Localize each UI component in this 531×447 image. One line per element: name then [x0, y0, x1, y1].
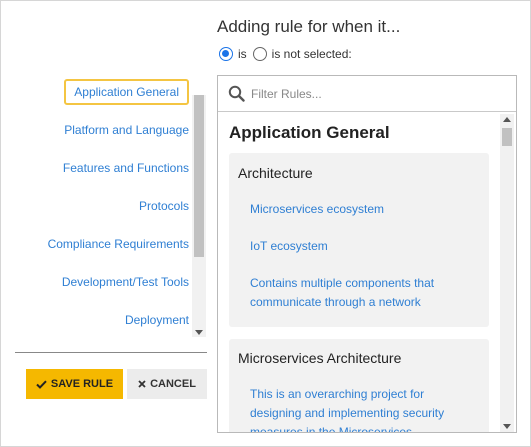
radio-is-not[interactable]: [252, 47, 267, 61]
rule-item[interactable]: Contains multiple components that commun…: [250, 274, 460, 312]
filter-search-bar: [218, 76, 516, 112]
scroll-up-arrow-icon[interactable]: [503, 117, 511, 122]
dialog-title: Adding rule for when it...: [217, 17, 401, 36]
radio-is[interactable]: [219, 47, 233, 61]
save-rule-button[interactable]: SAVE RULE: [26, 369, 123, 399]
sidebar-scroll-thumb[interactable]: [194, 95, 204, 257]
close-icon: [138, 380, 146, 388]
sidebar-item-platform-and-language[interactable]: Platform and Language: [64, 117, 189, 143]
category-sidebar: Application General Platform and Languag…: [15, 75, 207, 339]
search-icon: [228, 85, 245, 102]
scroll-down-arrow-icon[interactable]: [503, 424, 511, 429]
radio-is-label: is: [238, 47, 247, 61]
add-rule-dialog: Adding rule for when it... is is not sel…: [0, 0, 531, 447]
sidebar-scrollbar[interactable]: [192, 95, 206, 337]
rule-group-title: Architecture: [238, 165, 313, 181]
rule-group-card: Microservices Architecture This is an ov…: [229, 339, 489, 432]
rule-item[interactable]: This is an overarching project for desig…: [250, 385, 460, 432]
rule-group-title: Microservices Architecture: [238, 350, 402, 366]
sidebar-item-application-general[interactable]: Application General: [64, 79, 189, 105]
sidebar-item-development-test-tools[interactable]: Development/Test Tools: [62, 269, 189, 295]
sidebar-item-deployment[interactable]: Deployment: [125, 307, 189, 333]
sidebar-item-compliance-requirements[interactable]: Compliance Requirements: [48, 231, 189, 257]
rule-item[interactable]: IoT ecosystem: [250, 237, 460, 256]
rule-item[interactable]: Microservices ecosystem: [250, 200, 460, 219]
rules-panel: Application General Architecture Microse…: [217, 75, 517, 433]
sidebar-divider: [15, 352, 207, 353]
radio-is-not-label: is not selected:: [271, 47, 352, 61]
sidebar-item-features-and-functions[interactable]: Features and Functions: [63, 155, 189, 181]
scroll-down-arrow-icon[interactable]: [195, 330, 203, 335]
save-rule-label: SAVE RULE: [50, 378, 114, 390]
cancel-button[interactable]: CANCEL: [127, 369, 207, 399]
cancel-label: CANCEL: [150, 378, 196, 390]
section-heading: Application General: [229, 123, 390, 142]
rule-group-card: Architecture Microservices ecosystem IoT…: [229, 153, 489, 327]
sidebar-item-protocols[interactable]: Protocols: [139, 193, 189, 219]
rules-scrollbar[interactable]: [500, 114, 514, 432]
condition-radio-group: is is not selected:: [219, 45, 358, 63]
filter-rules-input[interactable]: [251, 86, 491, 101]
check-icon: [36, 380, 47, 389]
rules-scroll-thumb[interactable]: [502, 128, 512, 146]
